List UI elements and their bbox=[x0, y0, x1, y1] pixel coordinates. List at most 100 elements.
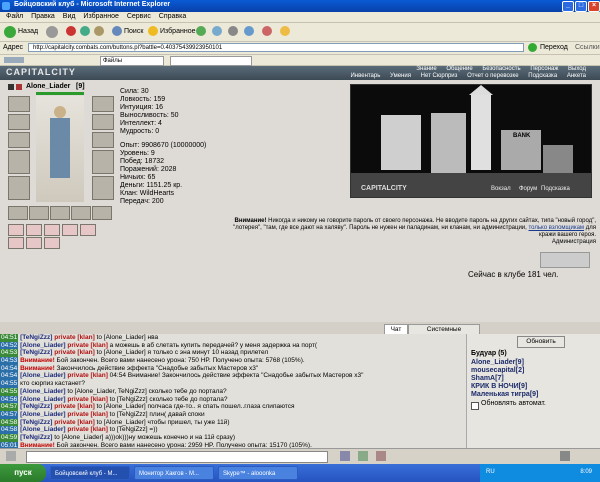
nav-exit[interactable]: Выход bbox=[568, 66, 586, 72]
boots-slot[interactable] bbox=[92, 176, 114, 200]
forward-arrow-icon[interactable] bbox=[46, 26, 58, 38]
close-icon[interactable]: × bbox=[588, 1, 600, 12]
files-dropdown[interactable]: Файлы bbox=[100, 56, 164, 66]
armor-slot[interactable] bbox=[8, 176, 30, 200]
task-ie-1[interactable]: Бойцовский клуб - M... bbox=[50, 466, 130, 480]
gloves-slot[interactable] bbox=[92, 96, 114, 112]
chat-author[interactable]: [TeNgiZzz] bbox=[18, 334, 54, 341]
chat-author[interactable]: [TeNgiZzz] bbox=[18, 403, 54, 410]
smiley-icon[interactable] bbox=[358, 451, 368, 461]
back-button[interactable]: Назад bbox=[18, 26, 38, 38]
chat-author[interactable]: [Alone_Liader] bbox=[18, 426, 67, 433]
chat-timestamp[interactable]: 04:54 bbox=[0, 364, 19, 373]
clear-icon[interactable] bbox=[376, 451, 386, 461]
nav-profile[interactable]: Анкета bbox=[567, 73, 586, 79]
back-arrow-icon[interactable] bbox=[4, 26, 16, 38]
chat-icon[interactable] bbox=[6, 451, 16, 461]
folder-icon[interactable] bbox=[280, 26, 290, 36]
chat-author[interactable]: [Alone_Liader] bbox=[18, 388, 67, 395]
task-skype[interactable]: Skype™ - alooonka bbox=[218, 466, 298, 480]
chat-author[interactable]: [TeNgiZzz] bbox=[18, 419, 54, 426]
heart-icon[interactable] bbox=[80, 224, 96, 236]
history-icon[interactable] bbox=[196, 26, 206, 36]
address-input[interactable]: http://capitalcity.combats.com/buttons.p… bbox=[28, 43, 524, 52]
send-icon[interactable] bbox=[340, 451, 350, 461]
city-link-station[interactable]: Вокзал bbox=[491, 186, 511, 192]
bank-sign[interactable]: BANK bbox=[513, 133, 530, 139]
user-list-item[interactable]: Маленькая тигра[9] bbox=[471, 391, 538, 399]
chat-author[interactable]: [TeNgiZzz] bbox=[18, 434, 54, 441]
chat-timestamp[interactable]: 04:59 bbox=[0, 433, 19, 442]
belt-slot[interactable] bbox=[29, 206, 49, 220]
nav-security[interactable]: Безопасность bbox=[482, 66, 520, 72]
favorites-button[interactable]: Избранное bbox=[160, 26, 195, 38]
heart-icon[interactable] bbox=[44, 237, 60, 249]
menu-file[interactable]: Файл bbox=[6, 12, 23, 22]
counter-badge[interactable] bbox=[540, 252, 590, 268]
belt-slot[interactable] bbox=[8, 206, 28, 220]
chat-author[interactable]: [Alone_Liader] bbox=[18, 342, 67, 349]
nav-skills[interactable]: Умения bbox=[390, 73, 411, 79]
menu-help[interactable]: Справка bbox=[159, 12, 186, 22]
city-image[interactable]: BANK CAPITALCITY Вокзал Форум Подсказка bbox=[350, 84, 592, 198]
nav-communication[interactable]: Общение bbox=[446, 66, 472, 72]
chat-timestamp[interactable]: 04:58 bbox=[0, 426, 19, 434]
options-icon[interactable] bbox=[560, 451, 570, 461]
menu-view[interactable]: Вид bbox=[63, 12, 76, 22]
ring2-slot[interactable] bbox=[92, 132, 114, 148]
nav-knowledge[interactable]: Знание bbox=[416, 66, 436, 72]
print-icon[interactable] bbox=[228, 26, 238, 36]
heart-icon[interactable] bbox=[8, 237, 24, 249]
links-label[interactable]: Ссылки bbox=[575, 42, 600, 54]
user-list-item[interactable]: mousecapital[2] bbox=[471, 367, 538, 375]
minimize-icon[interactable]: _ bbox=[562, 1, 574, 12]
auto-refresh-checkbox[interactable] bbox=[471, 402, 479, 410]
maximize-icon[interactable]: □ bbox=[575, 1, 587, 12]
heart-icon[interactable] bbox=[26, 237, 42, 249]
chat-author[interactable]: [Alone_Liader] bbox=[18, 372, 67, 379]
chat-author[interactable]: [TeNgiZzz] bbox=[18, 349, 54, 356]
task-ie-2[interactable]: Монитор Хакгов - M... bbox=[134, 466, 214, 480]
chat-timestamp[interactable]: 04:52 bbox=[0, 341, 19, 350]
chat-timestamp[interactable]: 04:54 bbox=[0, 372, 19, 381]
nav-character[interactable]: Персонаж bbox=[530, 66, 558, 72]
nav-transport-report[interactable]: Отчет о перевозке bbox=[467, 73, 519, 79]
chat-timestamp[interactable]: 04:58 bbox=[0, 418, 19, 427]
city-link-forum[interactable]: Форум bbox=[519, 186, 537, 192]
belt-slot[interactable] bbox=[92, 206, 112, 220]
warning-link[interactable]: только взломщикам bbox=[529, 225, 585, 231]
start-button[interactable]: пуск bbox=[0, 464, 46, 482]
character-portrait[interactable] bbox=[36, 96, 84, 202]
search-icon[interactable] bbox=[112, 26, 122, 36]
necklace-slot[interactable] bbox=[8, 132, 30, 148]
chat-timestamp[interactable]: 04:51 bbox=[0, 334, 19, 342]
home-icon[interactable] bbox=[94, 26, 104, 36]
chat-timestamp[interactable]: 04:53 bbox=[0, 349, 19, 358]
chat-input[interactable] bbox=[26, 451, 328, 463]
go-button[interactable]: Переход bbox=[540, 42, 568, 54]
refresh-button[interactable]: Обновить bbox=[517, 336, 565, 348]
heart-icon[interactable] bbox=[26, 224, 42, 236]
helmet-slot[interactable] bbox=[8, 96, 30, 112]
chat-timestamp[interactable]: 04:57 bbox=[0, 403, 19, 411]
lang-indicator[interactable]: RU bbox=[486, 469, 495, 475]
earring-slot[interactable] bbox=[8, 114, 30, 130]
user-list-item[interactable]: Alone_Liader[9] bbox=[471, 359, 538, 367]
heart-icon[interactable] bbox=[44, 224, 60, 236]
belt-slot[interactable] bbox=[71, 206, 91, 220]
mail-icon[interactable] bbox=[212, 26, 222, 36]
heart-icon[interactable] bbox=[62, 224, 78, 236]
city-link-hint[interactable]: Подсказка bbox=[541, 186, 570, 192]
search-button[interactable]: Поиск bbox=[124, 26, 143, 38]
nav-surprise[interactable]: Нет Сюрприз bbox=[421, 73, 458, 79]
edit-icon[interactable] bbox=[244, 26, 254, 36]
chat-timestamp[interactable]: 04:53 bbox=[0, 357, 19, 365]
menu-tools[interactable]: Сервис bbox=[127, 12, 151, 22]
go-arrow-icon[interactable] bbox=[528, 43, 537, 52]
favorites-star-icon[interactable] bbox=[148, 26, 158, 36]
search-field[interactable] bbox=[170, 56, 252, 66]
refresh-icon[interactable] bbox=[80, 26, 90, 36]
weapon-slot[interactable] bbox=[8, 150, 30, 174]
belt-slot[interactable] bbox=[50, 206, 70, 220]
user-list-item[interactable]: ShamA[7] bbox=[471, 375, 538, 383]
